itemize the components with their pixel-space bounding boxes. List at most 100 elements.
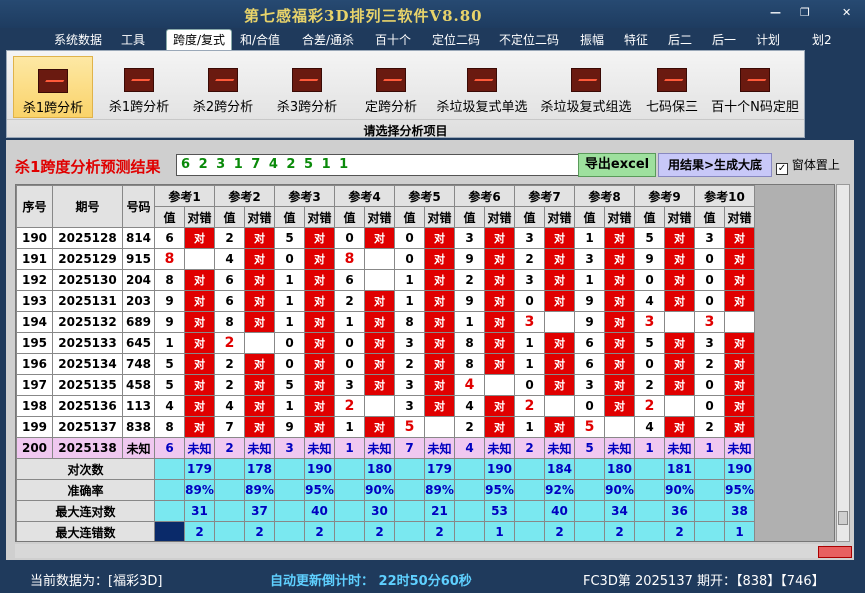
row-seq: 190 (16, 227, 53, 249)
stat-spacer (574, 500, 605, 522)
ref-value: 0 (634, 353, 665, 375)
ref-result: 对 (664, 353, 695, 375)
export-excel-button[interactable]: 导出excel (578, 153, 656, 177)
ref-value: 0 (514, 290, 545, 312)
status-bar: 当前数据为：[福彩3D] 自动更新倒计时： 22时50分60秒 FC3D第 20… (0, 562, 865, 593)
ribbon-button-3[interactable]: 杀3跨分析 (271, 56, 343, 118)
maximize-button[interactable]: ❐ (800, 6, 810, 19)
ref-value: 8 (154, 248, 185, 270)
ref-header[interactable]: 参考7 (514, 185, 575, 207)
ribbon-button-0[interactable]: 杀1跨分析 (13, 56, 93, 118)
ribbon-group-label: 请选择分析项目 (7, 119, 804, 139)
col-header[interactable]: 号码 (122, 185, 155, 228)
ref-value: 2 (454, 269, 485, 291)
table-row: 192 2025130 204 8 对 6 对 1 对 6 1 对 2 对 3 对 1 对 0 对 0 对 (16, 269, 755, 291)
ref-value: 7 (214, 416, 245, 438)
stat-value: 95% (724, 479, 755, 501)
generate-base-button[interactable]: 用结果>生成大底 (658, 153, 772, 177)
ref-value: 8 (334, 248, 365, 270)
ref-result: 对 (724, 374, 755, 396)
ref-header[interactable]: 参考8 (574, 185, 635, 207)
menu-item-3[interactable]: 和/合值 (240, 31, 280, 48)
menu-item-6[interactable]: 定位二码 (432, 31, 480, 48)
latest-draw-info: FC3D第 2025137 期开：【838】【746】 (583, 574, 825, 589)
ref-header[interactable]: 参考10 (694, 185, 755, 207)
horizontal-scrollbar[interactable] (15, 544, 823, 558)
menu-item-11[interactable]: 后一 (712, 31, 736, 48)
row-num: 458 (122, 374, 155, 396)
menu-item-1[interactable]: 工具 (121, 31, 145, 48)
ref-result: 对 (424, 353, 455, 375)
ref-result: 对 (304, 269, 335, 291)
ref-result: 未知 (244, 437, 275, 459)
checkbox-check-icon[interactable]: ✓ (776, 163, 788, 175)
ref-result: 对 (424, 332, 455, 354)
ref-header[interactable]: 参考1 (154, 185, 215, 207)
scrollbar-thumb[interactable] (838, 511, 848, 525)
menu-item-8[interactable]: 振幅 (580, 31, 604, 48)
ref-result: 对 (724, 227, 755, 249)
menu-item-13[interactable]: 划2 (812, 31, 832, 48)
ref-result: 对 (484, 353, 515, 375)
row-num: 838 (122, 416, 155, 438)
col-header[interactable]: 期号 (52, 185, 123, 228)
ribbon-button-6[interactable]: 杀垃圾复式组选 (535, 56, 637, 118)
ref-header[interactable]: 参考5 (394, 185, 455, 207)
menu-item-10[interactable]: 后二 (668, 31, 692, 48)
stat-value: 2 (604, 521, 635, 541)
ref-value: 3 (694, 332, 725, 354)
ref-value: 5 (574, 416, 605, 438)
ref-header[interactable]: 参考4 (334, 185, 395, 207)
ref-header[interactable]: 参考2 (214, 185, 275, 207)
stat-value: 53 (484, 500, 515, 522)
stat-spacer (514, 521, 545, 541)
menu-item-2[interactable]: 跨度/复式 (166, 29, 233, 50)
chart-icon (740, 68, 770, 92)
ref-value: 6 (214, 290, 245, 312)
ref-result: 未知 (604, 437, 635, 459)
row-seq: 199 (16, 416, 53, 438)
table-row: 197 2025135 458 5 对 2 对 5 对 3 对 3 对 4 0 对 3 对 2 对 0 对 (16, 374, 755, 396)
menu-item-9[interactable]: 特征 (624, 31, 648, 48)
ribbon-button-2[interactable]: 杀2跨分析 (187, 56, 259, 118)
result-field[interactable]: 6 2 3 1 7 4 2 5 1 1 (176, 154, 580, 176)
stat-spacer (454, 458, 485, 480)
table-row: 199 2025137 838 8 对 7 对 9 对 1 对 5 2 对 1 对 5 4 对 2 对 (16, 416, 755, 438)
ref-header[interactable]: 参考9 (634, 185, 695, 207)
ref-result: 对 (304, 332, 335, 354)
stat-value: 190 (304, 458, 335, 480)
ref-result: 对 (724, 416, 755, 438)
col-header[interactable]: 序号 (16, 185, 53, 228)
chart-icon (376, 68, 406, 92)
ribbon-button-4[interactable]: 定跨分析 (355, 56, 427, 118)
ref-header[interactable]: 参考6 (454, 185, 515, 207)
ribbon-button-1[interactable]: 杀1跨分析 (103, 56, 175, 118)
ref-result: 对 (544, 374, 575, 396)
sub-header: 对错 (364, 206, 395, 228)
menu-item-7[interactable]: 不定位二码 (499, 31, 559, 48)
ref-result: 对 (304, 353, 335, 375)
minimize-button[interactable]: — (770, 6, 781, 19)
close-button[interactable]: ✕ (842, 6, 851, 19)
menu-item-0[interactable]: 系统数据 (54, 31, 102, 48)
ref-result: 对 (304, 395, 335, 417)
ref-result: 对 (304, 311, 335, 333)
ribbon-button-7[interactable]: 七码保三 (639, 56, 705, 118)
ref-value: 3 (394, 395, 425, 417)
ribbon-button-8[interactable]: 百十个N码定胆 (707, 56, 803, 118)
table-row: 190 2025128 814 6 对 2 对 5 对 0 对 0 对 3 对 3 对 1 对 5 对 3 对 (16, 227, 755, 249)
vertical-scrollbar[interactable] (836, 184, 850, 542)
ribbon-button-5[interactable]: 杀垃圾复式单选 (429, 56, 535, 118)
menu-item-5[interactable]: 百十个 (375, 31, 411, 48)
menu-item-4[interactable]: 合差/通杀 (302, 31, 354, 48)
stat-spacer (274, 458, 305, 480)
ref-header[interactable]: 参考3 (274, 185, 335, 207)
ref-value: 4 (634, 416, 665, 438)
menu-item-12[interactable]: 计划 (756, 31, 780, 48)
window-ontop-checkbox[interactable]: ✓ 窗体置上 (776, 156, 840, 175)
sub-header: 对错 (724, 206, 755, 228)
row-period: 2025128 (52, 227, 123, 249)
stat-value: 40 (304, 500, 335, 522)
ref-value: 3 (514, 269, 545, 291)
ref-value: 0 (694, 374, 725, 396)
